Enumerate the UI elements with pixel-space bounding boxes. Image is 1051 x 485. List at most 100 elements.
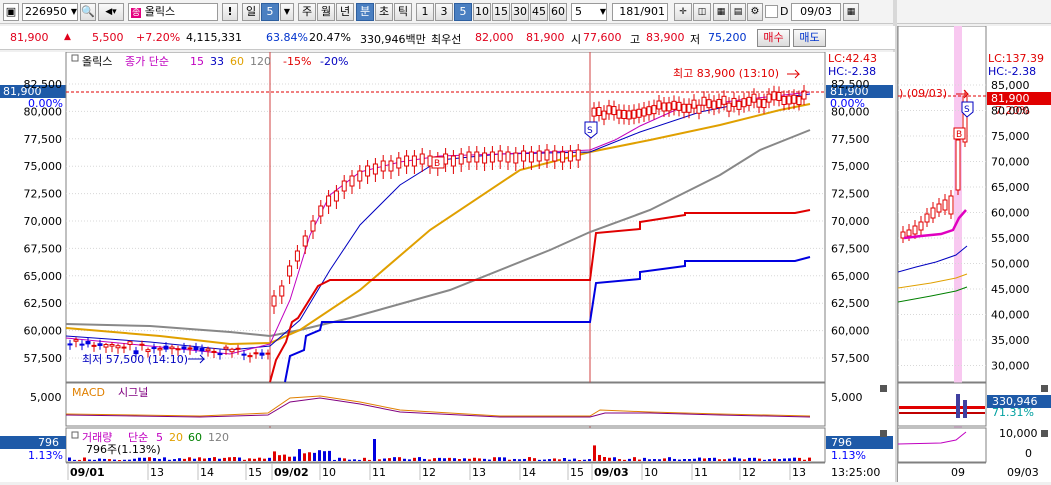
legend-ma4: 120 <box>250 55 271 68</box>
volume-close-icon[interactable] <box>880 430 887 437</box>
candle-body <box>505 151 511 163</box>
calendar-icon[interactable]: ▦ <box>843 3 859 21</box>
interval-30-button[interactable]: 30 <box>511 3 529 21</box>
window-menu-icon[interactable]: ▣ <box>3 3 19 21</box>
time-axis-label: 14 <box>522 466 536 479</box>
interval-3-button[interactable]: 3 <box>435 3 453 21</box>
stock-code-value: 226950 <box>25 5 67 18</box>
svg-text:S: S <box>587 126 593 136</box>
volume-bar <box>213 457 216 461</box>
candle-body <box>771 91 777 101</box>
stock-name-field[interactable]: 종 올릭스 <box>128 3 218 21</box>
date-checkbox[interactable] <box>765 5 778 18</box>
side-date-label: 09/03 <box>1007 466 1039 479</box>
period-tick-button[interactable]: 틱 <box>394 3 412 21</box>
search-icon[interactable]: 🔍 <box>80 3 96 21</box>
candle-body <box>681 103 687 113</box>
interval-10-button[interactable]: 10 <box>473 3 491 21</box>
speaker-icon[interactable]: ◀▾ <box>98 3 124 21</box>
gear-icon[interactable]: ⚙ <box>747 3 763 21</box>
alert-button[interactable]: ! <box>222 3 238 21</box>
interval-60-button[interactable]: 60 <box>549 3 567 21</box>
chevron-down-icon[interactable]: ▼ <box>71 4 77 20</box>
candle-body <box>721 95 727 105</box>
volume-bar <box>203 458 206 461</box>
period-day-button[interactable]: 일 <box>242 3 260 21</box>
side-lower-zero: 0 <box>1025 447 1032 460</box>
volume-bar <box>163 457 166 461</box>
interval-15-button[interactable]: 15 <box>492 3 510 21</box>
sell-button[interactable]: 매도 <box>793 29 826 47</box>
side-axis-label: 30,000 <box>991 360 1030 373</box>
candle-body <box>696 104 702 114</box>
page-indicator[interactable]: 181/901 <box>612 3 668 21</box>
period-second-button[interactable]: 초 <box>375 3 393 21</box>
left-volume-value: 796 <box>38 436 59 449</box>
buy-button[interactable]: 매수 <box>757 29 790 47</box>
date-input[interactable]: 09/03 <box>791 3 841 21</box>
price-axis-label: 82,500 <box>831 78 870 91</box>
best-bid: 81,900 <box>526 31 565 44</box>
candle-body <box>786 95 792 105</box>
volume-bar <box>173 459 176 461</box>
legend-ma3: 60 <box>230 55 244 68</box>
side-chart-canvas[interactable]: ) (09/03) B S LC:137.39 HC:-2.38 81,900 … <box>897 25 1051 482</box>
volume-ma3: 60 <box>188 431 202 444</box>
candle-body <box>621 109 627 119</box>
time-axis-label: 14 <box>200 466 214 479</box>
interval-1-button[interactable]: 1 <box>416 3 434 21</box>
candle-body <box>127 341 133 345</box>
candle-body <box>711 100 717 110</box>
candle-body <box>365 165 371 177</box>
current-price: 81,900 <box>10 31 49 44</box>
side-volume-bar <box>956 394 960 418</box>
period-month-button[interactable]: 월 <box>317 3 335 21</box>
candle-body <box>636 108 642 118</box>
candle-body <box>67 343 73 346</box>
side-time-label: 09 <box>951 466 965 479</box>
volume-bar <box>363 457 366 461</box>
interval-5-button[interactable]: 5 <box>454 3 472 21</box>
hc-label: HC:-2.38 <box>828 65 876 78</box>
side-daily-chart[interactable]: ) (09/03) B S LC:137.39 HC:-2.38 81,900 … <box>897 25 1051 482</box>
candle-body <box>253 352 259 355</box>
volume-bar <box>343 458 346 461</box>
volume-bar <box>768 459 771 461</box>
chart-tools-icon[interactable]: ◫ <box>693 3 711 21</box>
candle-body <box>671 100 677 110</box>
chevron-down-icon[interactable]: ▼ <box>600 4 606 20</box>
period-minute-button[interactable]: 분 <box>356 3 374 21</box>
volume-bar <box>808 457 811 461</box>
volume-bar <box>798 457 801 461</box>
volume-bar <box>518 459 521 461</box>
candle-body <box>791 94 797 104</box>
volume-bar <box>498 457 501 461</box>
crosshair-icon[interactable]: ✛ <box>674 3 692 21</box>
save-icon[interactable]: ▤ <box>730 3 746 21</box>
volume-bar <box>678 459 681 461</box>
volume-bar <box>528 457 531 461</box>
price-axis-label: 80,000 <box>24 105 63 118</box>
chevron-down-icon[interactable]: ▼ <box>280 3 294 21</box>
candle-body <box>265 352 271 355</box>
side-lower-panel <box>897 427 987 463</box>
period-count-select[interactable]: 5 ▼ <box>571 3 607 21</box>
candle-body <box>372 163 378 175</box>
side-volume-close-icon[interactable] <box>1041 385 1048 392</box>
volume-bar <box>253 458 256 461</box>
interval-45-button[interactable]: 45 <box>530 3 548 21</box>
draw-tools-icon[interactable]: ▦ <box>713 3 729 21</box>
stock-code-input[interactable]: 226950 ▼ <box>22 3 78 21</box>
volume-bar <box>388 458 391 461</box>
period-n-button[interactable]: 5 <box>261 3 279 21</box>
volume-bar <box>688 459 691 461</box>
time-axis-label: 10 <box>322 466 336 479</box>
candle-body <box>736 100 742 110</box>
side-lower-close-icon[interactable] <box>1041 430 1048 437</box>
macd-close-icon[interactable] <box>880 385 887 392</box>
period-year-button[interactable]: 년 <box>336 3 354 21</box>
candle-body <box>521 150 527 162</box>
main-chart-area[interactable]: 81,900 0.00% 올릭스 종가 단순 15 33 60 120 -15%… <box>0 51 895 482</box>
chart-canvas[interactable]: 81,900 0.00% 올릭스 종가 단순 15 33 60 120 -15%… <box>0 51 893 482</box>
period-week-button[interactable]: 주 <box>298 3 316 21</box>
